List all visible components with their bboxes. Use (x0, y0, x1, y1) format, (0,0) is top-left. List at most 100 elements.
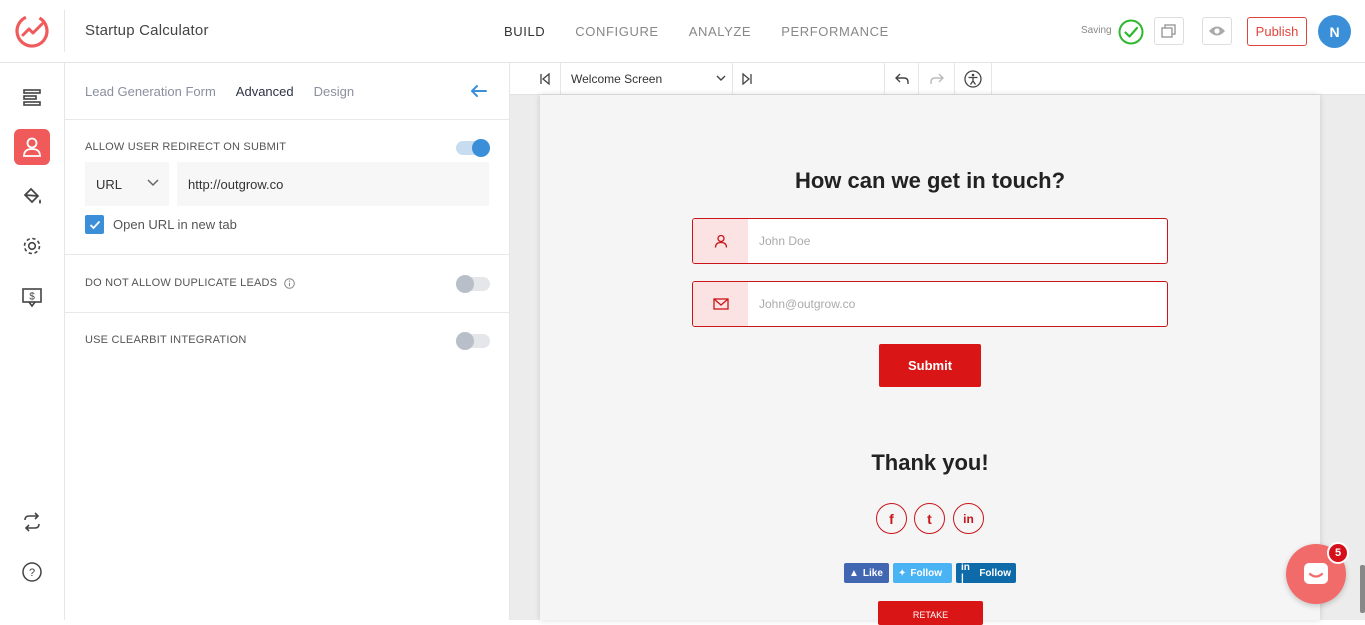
pricing-icon: $ (22, 288, 42, 308)
user-icon (23, 137, 41, 157)
chevron-down-icon (147, 179, 159, 187)
duplicate-leads-toggle[interactable] (456, 275, 490, 293)
redo-button[interactable] (919, 63, 955, 94)
chevron-down-icon (716, 75, 726, 81)
email-field-icon-box (693, 282, 748, 326)
undo-icon (894, 73, 909, 84)
linkedin-logo-icon: in | (961, 562, 970, 584)
page-scrollbar[interactable] (1360, 565, 1365, 613)
name-field-icon-box (693, 219, 748, 263)
twitter-follow-button[interactable]: ✦ Follow (893, 563, 952, 583)
redirect-type-select[interactable]: URL (85, 162, 169, 206)
publish-button[interactable]: Publish (1247, 17, 1307, 46)
duplicate-leads-row: DO NOT ALLOW DUPLICATE LEADS (85, 277, 295, 289)
twitter-follow-label: Follow (910, 567, 943, 579)
saved-check-icon (1118, 19, 1144, 45)
checkmark-icon (89, 220, 100, 229)
linkedin-follow-button[interactable]: in | Follow (956, 562, 1016, 584)
redirect-type-value: URL (96, 176, 123, 192)
header-divider (64, 10, 65, 52)
toggle-knob (472, 139, 490, 157)
first-screen-button[interactable] (530, 63, 561, 94)
tab-configure[interactable]: CONFIGURE (575, 24, 658, 39)
linkedin-follow-label: Follow (979, 567, 1011, 579)
rail-design[interactable] (14, 178, 50, 214)
tab-build[interactable]: BUILD (504, 24, 545, 39)
email-field[interactable]: John@outgrow.co (692, 281, 1168, 327)
linkedin-share-icon[interactable]: in (953, 503, 984, 534)
name-placeholder: John Doe (759, 234, 811, 248)
tab-performance[interactable]: PERFORMANCE (781, 24, 889, 39)
redirect-url-input[interactable]: http://outgrow.co (177, 162, 489, 206)
back-arrow-icon[interactable] (469, 82, 489, 100)
redo-icon (929, 73, 944, 84)
main-tabs: BUILD CONFIGURE ANALYZE PERFORMANCE (504, 24, 919, 39)
screen-select-value: Welcome Screen (571, 71, 663, 86)
last-screen-button[interactable] (733, 63, 761, 94)
chat-unread-badge: 5 (1327, 542, 1349, 564)
layout-icon (23, 89, 41, 106)
tab-advanced[interactable]: Advanced (236, 84, 294, 99)
copy-icon (1161, 24, 1176, 38)
eye-icon (1209, 26, 1225, 36)
retake-button[interactable]: RETAKE (878, 601, 983, 625)
screen-select[interactable]: Welcome Screen (561, 63, 733, 94)
toggle-knob (456, 332, 474, 350)
svg-text:?: ? (29, 567, 35, 579)
facebook-like-label: Like (862, 567, 883, 579)
preview-toolbar: Welcome Screen (510, 63, 1365, 95)
clearbit-toggle[interactable] (456, 332, 490, 350)
divider (65, 312, 510, 313)
skip-back-icon (540, 72, 550, 85)
open-new-tab-label: Open URL in new tab (113, 217, 237, 232)
form-title: How can we get in touch? (794, 168, 1066, 193)
rail-pricing[interactable]: $ (14, 279, 50, 315)
saving-status: Saving (1081, 25, 1112, 36)
clearbit-label: USE CLEARBIT INTEGRATION (85, 334, 247, 346)
accessibility-icon (964, 69, 982, 88)
name-field[interactable]: John Doe (692, 218, 1168, 264)
settings-panel: Lead Generation Form Advanced Design ALL… (65, 63, 510, 620)
top-bar: Startup Calculator BUILD CONFIGURE ANALY… (0, 0, 1365, 63)
chat-icon (1304, 563, 1328, 584)
sync-icon (24, 512, 40, 532)
submit-button[interactable]: Submit (879, 344, 981, 387)
user-avatar[interactable]: N (1318, 15, 1351, 48)
rail-help[interactable]: ? (14, 554, 50, 590)
facebook-like-button[interactable]: ▲ Like (844, 563, 889, 583)
accessibility-button[interactable] (955, 63, 992, 94)
thank-you-title: Thank you! (871, 450, 989, 475)
twitter-bird-icon: ✦ (898, 567, 907, 579)
preview-button[interactable] (1202, 17, 1232, 45)
rail-settings[interactable] (14, 228, 50, 264)
left-icon-rail: $ ? (0, 63, 65, 620)
app-title: Startup Calculator (85, 22, 209, 39)
redirect-label: ALLOW USER REDIRECT ON SUBMIT (85, 141, 287, 153)
duplicate-leads-label: DO NOT ALLOW DUPLICATE LEADS (85, 277, 278, 289)
rail-layout[interactable] (14, 80, 50, 116)
gear-icon (23, 237, 41, 255)
info-icon[interactable] (283, 277, 295, 289)
svg-text:$: $ (29, 292, 35, 303)
duplicate-button[interactable] (1154, 17, 1184, 45)
tab-lead-generation-form[interactable]: Lead Generation Form (85, 84, 216, 99)
redirect-toggle[interactable] (456, 139, 490, 157)
divider (65, 254, 510, 255)
tab-analyze[interactable]: ANALYZE (689, 24, 751, 39)
outgrow-logo-icon[interactable] (14, 13, 50, 49)
help-icon: ? (22, 562, 42, 582)
email-placeholder: John@outgrow.co (759, 297, 856, 311)
open-new-tab-checkbox[interactable] (85, 215, 104, 234)
twitter-share-icon[interactable]: t (914, 503, 945, 534)
tab-design[interactable]: Design (314, 84, 354, 99)
undo-button[interactable] (884, 63, 919, 94)
thumbs-up-icon: ▲ (849, 567, 859, 579)
envelope-icon (712, 298, 729, 310)
toggle-knob (456, 275, 474, 293)
rail-lead-form[interactable] (14, 129, 50, 165)
panel-tabs: Lead Generation Form Advanced Design (85, 84, 374, 99)
divider (65, 119, 510, 120)
rail-sync[interactable] (14, 504, 50, 540)
form-canvas: How can we get in touch? John Doe John@o… (540, 95, 1320, 625)
facebook-share-icon[interactable]: f (876, 503, 907, 534)
